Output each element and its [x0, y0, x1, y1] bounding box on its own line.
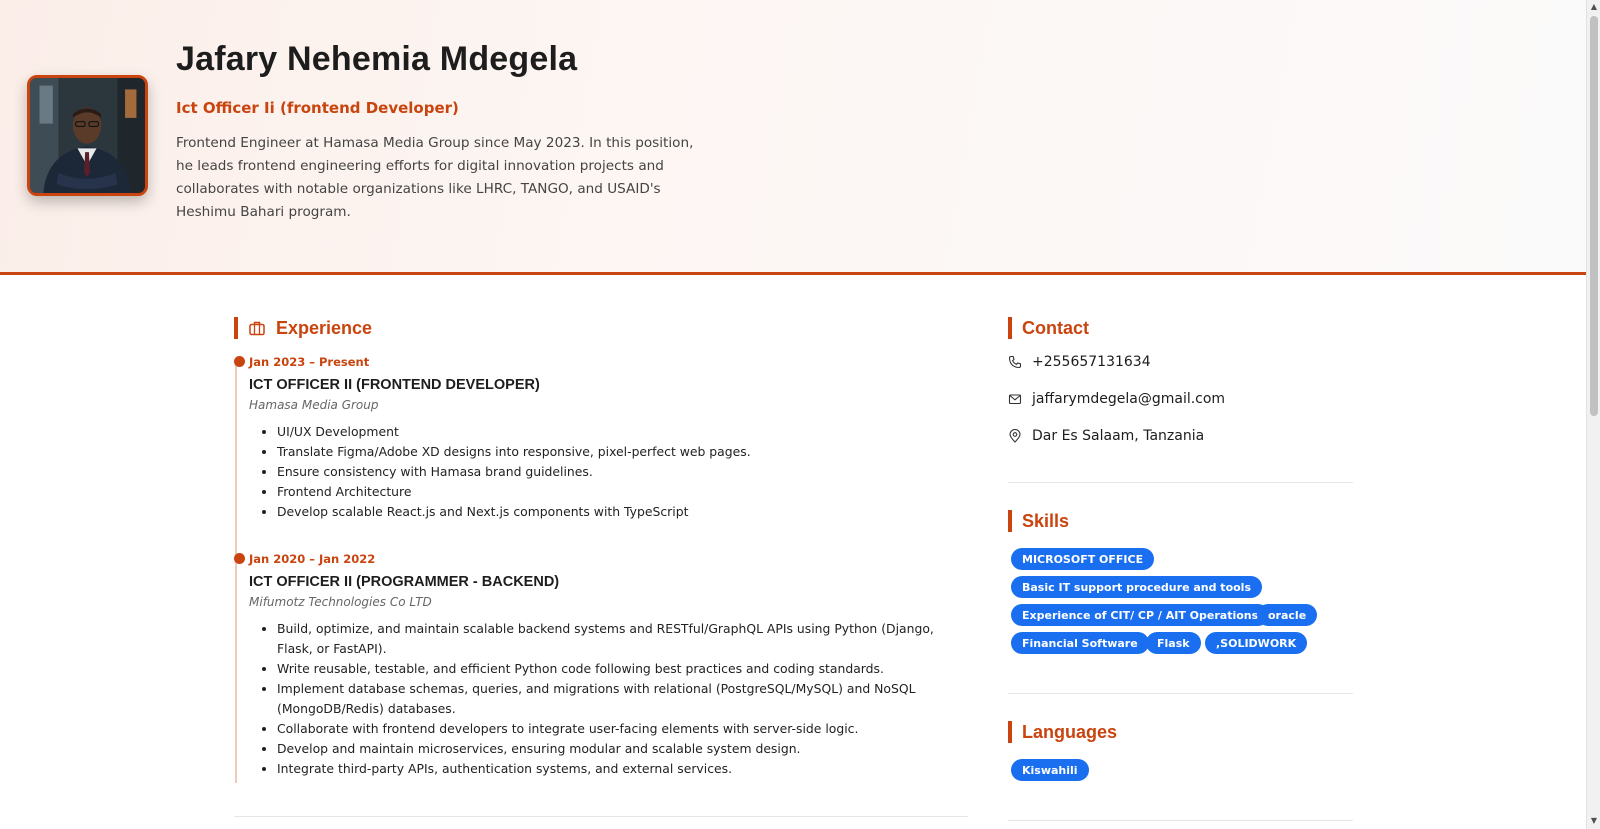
scrollbar-thumb[interactable] — [1590, 16, 1598, 416]
job-company: Mifumotz Technologies Co LTD — [249, 595, 432, 609]
experience-item: Jan 2020 – Jan 2022 ICT OFFICER II (PROG… — [234, 552, 969, 779]
skill-chip: Financial Software — [1011, 632, 1149, 654]
contact-email-value: jaffarymdegela@gmail.com — [1032, 391, 1226, 407]
job-bullet: Collaborate with frontend developers to … — [277, 719, 969, 739]
section-divider — [1008, 693, 1353, 694]
timeline-dot — [234, 553, 245, 564]
skill-chip: Basic IT support procedure and tools — [1011, 576, 1263, 598]
contact-heading: Contact — [1008, 317, 1089, 339]
section-divider — [1008, 820, 1353, 821]
contact-location: Dar Es Salaam, Tanzania — [1008, 428, 1204, 444]
profile-role: Ict Officer Ii (frontend Developer) — [176, 99, 459, 117]
job-bullet: Build, optimize, and maintain scalable b… — [277, 619, 969, 659]
job-company: Hamasa Media Group — [249, 398, 379, 412]
experience-heading-label: Experience — [276, 317, 373, 338]
skill-chip: ,SOLIDWORK — [1205, 632, 1308, 654]
skills-heading: Skills — [1008, 510, 1069, 532]
language-chip: Kiswahili — [1011, 759, 1089, 781]
map-pin-icon — [1008, 429, 1022, 443]
avatar — [27, 75, 148, 196]
contact-location-value: Dar Es Salaam, Tanzania — [1032, 428, 1205, 444]
job-date: Jan 2020 – Jan 2022 — [249, 552, 376, 566]
scroll-up-arrow-icon[interactable]: ▲ — [1590, 3, 1598, 11]
job-bullets: Build, optimize, and maintain scalable b… — [249, 619, 969, 779]
experience-item: Jan 2023 – Present ICT OFFICER II (FRONT… — [234, 355, 969, 522]
profile-bio: Frontend Engineer at Hamasa Media Group … — [176, 135, 694, 220]
contact-phone-value: +255657131634 — [1032, 354, 1151, 370]
contact-email: jaffarymdegela@gmail.com — [1008, 391, 1225, 407]
job-bullet: Integrate third-party APIs, authenticati… — [277, 759, 969, 779]
skill-chip: Experience of CIT/ CP / AIT Operations — [1011, 604, 1270, 626]
job-bullet: Write reusable, testable, and efficient … — [277, 659, 969, 679]
avatar-image — [30, 78, 145, 193]
job-title: ICT OFFICER II (FRONTEND DEVELOPER) — [249, 377, 540, 393]
timeline-dot — [234, 356, 245, 367]
job-bullet: Develop scalable React.js and Next.js co… — [277, 502, 969, 522]
job-bullets: UI/UX Development Translate Figma/Adobe … — [249, 422, 969, 522]
contact-phone: +255657131634 — [1008, 354, 1151, 370]
mail-icon — [1008, 392, 1022, 406]
skills-heading-label: Skills — [1022, 510, 1070, 531]
section-divider — [234, 816, 968, 817]
job-bullet: Translate Figma/Adobe XD designs into re… — [277, 442, 969, 462]
contact-heading-label: Contact — [1022, 317, 1089, 338]
job-bullet: Implement database schemas, queries, and… — [277, 679, 969, 719]
scroll-down-arrow-icon[interactable]: ▼ — [1590, 817, 1598, 825]
briefcase-icon — [248, 319, 266, 337]
section-divider — [1008, 482, 1353, 483]
profile-header: Jafary Nehemia Mdegela Ict Officer Ii (f… — [0, 0, 1586, 275]
job-date: Jan 2023 – Present — [249, 355, 370, 369]
job-bullet: Ensure consistency with Hamasa brand gui… — [277, 462, 969, 482]
experience-heading: Experience — [234, 317, 372, 339]
phone-icon — [1008, 355, 1022, 369]
profile-name: Jafary Nehemia Mdegela — [176, 40, 578, 78]
job-title: ICT OFFICER II (PROGRAMMER - BACKEND) — [249, 574, 560, 590]
experience-timeline — [235, 358, 237, 783]
job-bullet: UI/UX Development — [277, 422, 969, 442]
job-bullet: Frontend Architecture — [277, 482, 969, 502]
skill-chip: oracle — [1257, 604, 1318, 626]
job-bullet: Develop and maintain microservices, ensu… — [277, 739, 969, 759]
resume-page: Jafary Nehemia Mdegela Ict Officer Ii (f… — [0, 0, 1586, 829]
vertical-scrollbar[interactable]: ▲ ▼ — [1586, 0, 1600, 829]
languages-heading: Languages — [1008, 721, 1117, 743]
skill-chip: Flask — [1146, 632, 1201, 654]
languages-heading-label: Languages — [1022, 721, 1118, 742]
skill-chip: MICROSOFT OFFICE — [1011, 548, 1155, 570]
